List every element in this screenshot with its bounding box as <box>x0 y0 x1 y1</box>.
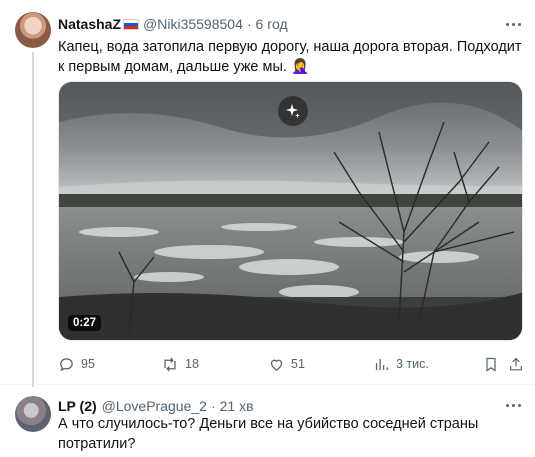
author-handle[interactable]: @Niki35598504 <box>143 16 243 32</box>
author-name[interactable]: LP (2) <box>58 398 97 414</box>
tweet-time[interactable]: 6 год <box>256 16 288 32</box>
more-dots-icon[interactable] <box>503 396 523 414</box>
avatar-natashaz[interactable] <box>15 12 51 48</box>
author-name[interactable]: NatashaZ <box>58 16 121 32</box>
heart-icon <box>270 359 283 371</box>
tweet-header: LP (2) @LovePrague_2 · 21 хв <box>58 398 254 414</box>
author-handle[interactable]: @LovePrague_2 <box>102 398 207 414</box>
separator-dot: · <box>246 16 252 32</box>
like-button[interactable]: 51 <box>268 353 305 375</box>
tweet-lp[interactable]: LP (2) @LovePrague_2 · 21 хв А что случи… <box>0 386 535 457</box>
thread-line <box>32 52 34 387</box>
video-duration: 0:27 <box>68 315 102 331</box>
tweet-text: А что случилось-то? Деньги все на убийст… <box>58 416 479 452</box>
like-count: 51 <box>291 357 305 371</box>
more-dots-icon[interactable] <box>503 15 523 33</box>
avatar-lp[interactable] <box>15 396 51 432</box>
tweet-header: NatashaZ @Niki35598504 · 6 год <box>58 16 288 32</box>
reply-button[interactable]: 95 <box>58 353 95 375</box>
bookmark-icon <box>486 357 496 372</box>
grok-sparkle-icon[interactable] <box>278 96 308 126</box>
retweet-count: 18 <box>185 357 199 371</box>
reply-icon <box>60 357 73 372</box>
russia-flag-icon <box>123 18 140 30</box>
separator-dot: · <box>210 398 216 414</box>
video-player[interactable]: 0:27 <box>58 81 523 341</box>
share-icon <box>510 357 522 370</box>
retweet-icon <box>164 357 176 371</box>
share-button[interactable] <box>508 353 530 375</box>
retweet-button[interactable]: 18 <box>161 353 199 375</box>
tweet-time[interactable]: 21 хв <box>220 398 254 414</box>
bookmark-button[interactable] <box>483 353 505 375</box>
tweet-natashaz[interactable]: NatashaZ @Niki35598504 · 6 год Капец, во… <box>0 0 535 387</box>
views-count: 3 тис. <box>396 357 429 371</box>
tweet-text: Капец, вода затопила первую дорогу, наша… <box>58 39 522 75</box>
views-button[interactable]: 3 тис. <box>373 353 429 375</box>
tweet-actions: 95 18 51 3 тис. <box>58 353 523 375</box>
views-chart-icon <box>375 358 388 370</box>
reply-count: 95 <box>81 357 95 371</box>
